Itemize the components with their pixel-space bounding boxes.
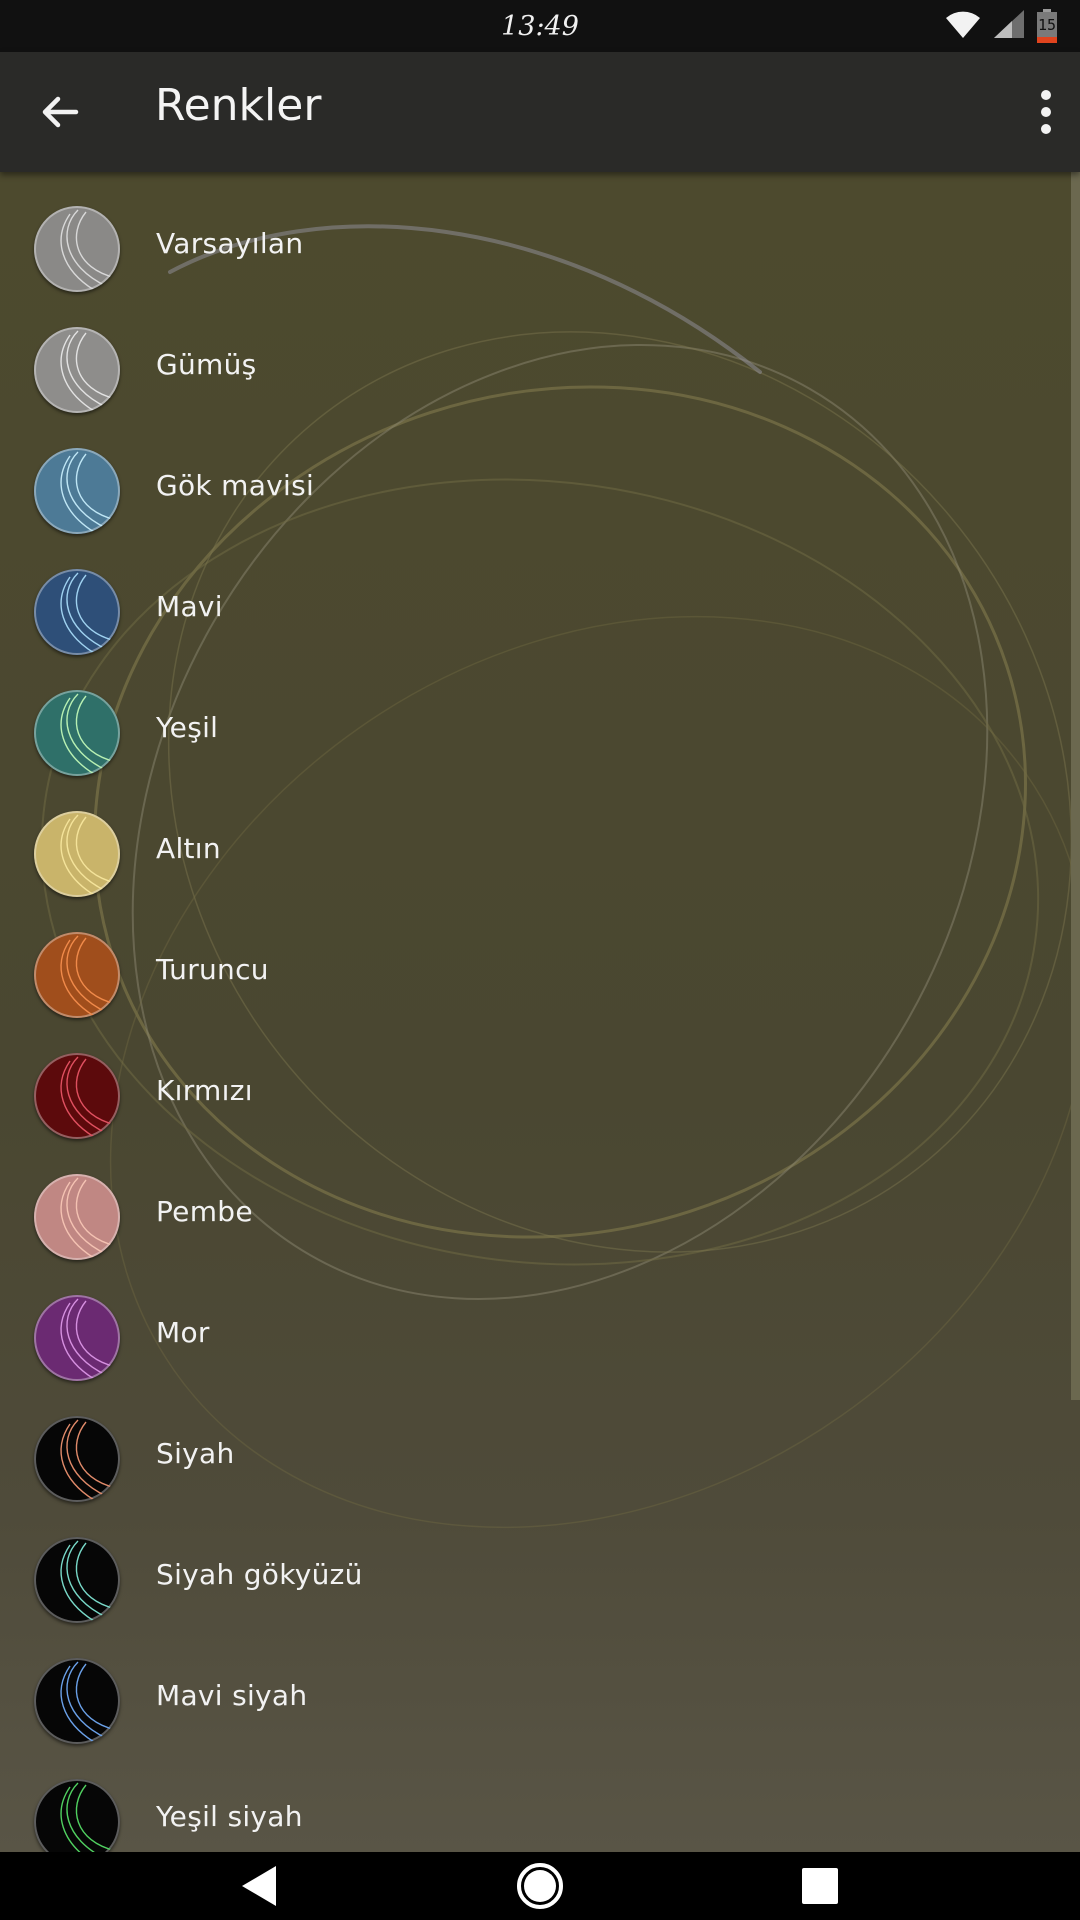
color-swatch-icon [34, 811, 120, 897]
color-item-label: Gök mavisi [156, 469, 315, 502]
wifi-icon [944, 8, 982, 44]
page-title: Renkler [155, 80, 322, 131]
color-item-pembe[interactable]: Pembe [0, 1140, 1070, 1261]
color-swatch-icon [34, 327, 120, 413]
back-button[interactable] [36, 88, 84, 136]
color-item-kirmizi[interactable]: Kırmızı [0, 1019, 1070, 1140]
nav-home-button[interactable] [512, 1858, 568, 1914]
color-swatch-icon [34, 1174, 120, 1260]
nav-back-triangle-icon [242, 1866, 276, 1906]
color-item-gumus[interactable]: Gümüş [0, 293, 1070, 414]
nav-home-circle-icon [517, 1863, 563, 1909]
nav-recents-button[interactable] [792, 1858, 848, 1914]
color-item-label: Siyah gökyüzü [156, 1558, 363, 1591]
color-item-label: Yeşil siyah [156, 1800, 303, 1833]
color-swatch-icon [34, 1779, 120, 1852]
color-item-label: Mavi [156, 590, 223, 623]
color-item-mavi-siyah[interactable]: Mavi siyah [0, 1624, 1070, 1745]
color-swatch-icon [34, 690, 120, 776]
status-icons: 15 [944, 8, 1058, 44]
color-swatch-icon [34, 206, 120, 292]
color-item-label: Turuncu [156, 953, 269, 986]
color-item-label: Kırmızı [156, 1074, 253, 1107]
color-item-yesil-siyah[interactable]: Yeşil siyah [0, 1745, 1070, 1852]
color-item-turuncu[interactable]: Turuncu [0, 898, 1070, 1019]
color-item-label: Altın [156, 832, 221, 865]
arrow-back-icon [42, 96, 79, 128]
color-item-mor[interactable]: Mor [0, 1261, 1070, 1382]
color-item-varsayilan[interactable]: Varsayılan [0, 172, 1070, 293]
color-item-siyah-gokyuzu[interactable]: Siyah gökyüzü [0, 1503, 1070, 1624]
battery-icon: 15 [1036, 9, 1058, 43]
color-swatch-icon [34, 1658, 120, 1744]
app-bar: Renkler [0, 52, 1080, 172]
color-swatch-icon [34, 569, 120, 655]
color-item-label: Mavi siyah [156, 1679, 308, 1712]
color-item-altin[interactable]: Altın [0, 777, 1070, 898]
color-item-yesil[interactable]: Yeşil [0, 656, 1070, 777]
system-navigation-bar [0, 1852, 1080, 1920]
color-swatch-icon [34, 1416, 120, 1502]
color-item-label: Mor [156, 1316, 210, 1349]
color-swatch-icon [34, 448, 120, 534]
nav-recents-square-icon [802, 1868, 838, 1904]
color-swatch-icon [34, 1053, 120, 1139]
color-item-label: Yeşil [156, 711, 219, 744]
color-item-gok-mavisi[interactable]: Gök mavisi [0, 414, 1070, 535]
color-list-screen: Varsayılan Gümüş Gök mavisi Mavi Yeşil A… [0, 172, 1080, 1852]
more-vertical-icon [1041, 90, 1051, 134]
scrollbar-thumb[interactable] [1071, 172, 1080, 1400]
battery-level: 15 [1038, 16, 1057, 34]
color-item-label: Pembe [156, 1195, 253, 1228]
overflow-menu-button[interactable] [1030, 82, 1062, 142]
color-swatch-icon [34, 1537, 120, 1623]
status-time: 13:49 [501, 10, 579, 42]
color-item-label: Siyah [156, 1437, 235, 1470]
status-bar: 13:49 15 [0, 0, 1080, 52]
color-swatch-icon [34, 932, 120, 1018]
color-item-label: Varsayılan [156, 227, 304, 260]
color-swatch-icon [34, 1295, 120, 1381]
cell-signal-icon [992, 8, 1026, 44]
color-item-siyah[interactable]: Siyah [0, 1382, 1070, 1503]
color-list: Varsayılan Gümüş Gök mavisi Mavi Yeşil A… [0, 172, 1070, 1852]
nav-back-button[interactable] [232, 1858, 288, 1914]
color-item-label: Gümüş [156, 348, 257, 381]
color-item-mavi[interactable]: Mavi [0, 535, 1070, 656]
